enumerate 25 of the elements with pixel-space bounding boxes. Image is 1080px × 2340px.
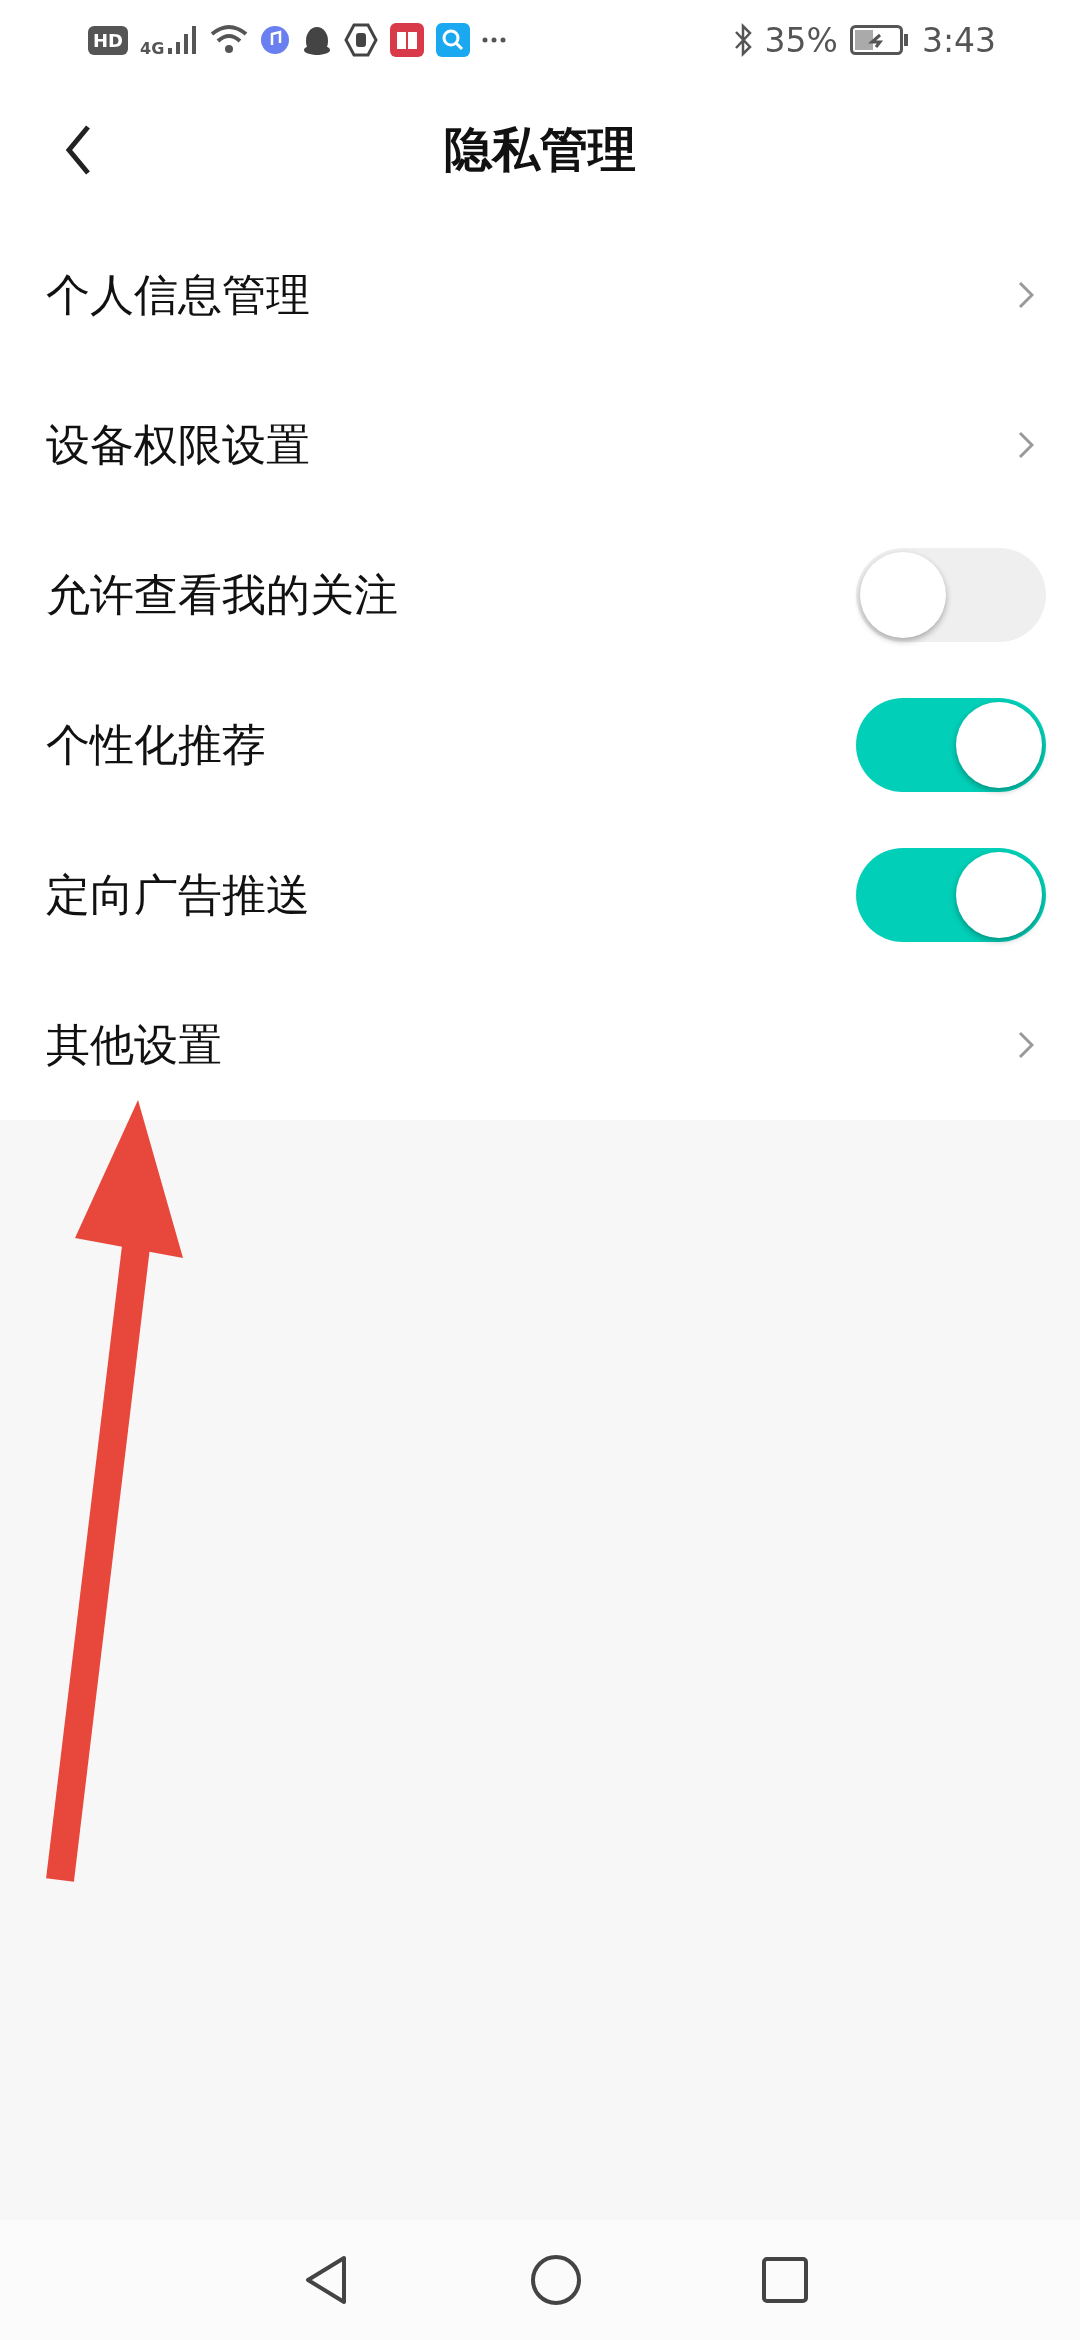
back-icon[interactable]: [64, 124, 92, 176]
setting-label: 个性化推荐: [46, 717, 266, 772]
hd-badge: HD: [88, 25, 128, 55]
more-icon: [482, 36, 507, 44]
network-type: 4G: [140, 38, 165, 58]
book-icon: [390, 23, 425, 57]
search-app-icon: [436, 23, 471, 57]
bluetooth-icon: [732, 23, 753, 57]
chevron-icon[interactable]: [1018, 1031, 1034, 1059]
setting-label: 定向广告推送: [46, 867, 310, 922]
clock-time: 3:43: [921, 20, 996, 60]
battery-percent: 35%: [764, 20, 838, 60]
chevron-icon[interactable]: [1018, 431, 1034, 459]
setting-label: 允许查看我的关注: [46, 567, 398, 622]
setting-label: 其他设置: [46, 1017, 222, 1072]
page-title: 隐私管理: [444, 120, 636, 179]
recents-nav-icon[interactable]: [762, 2257, 808, 2303]
music-app-icon: [260, 25, 291, 55]
battery-icon: [849, 25, 910, 55]
setting-label: 设备权限设置: [46, 417, 310, 472]
setting-label: 个人信息管理: [46, 267, 310, 322]
signal-icon: [166, 24, 199, 56]
chevron-icon[interactable]: [1018, 281, 1034, 309]
wifi-icon: [210, 24, 249, 56]
home-nav-icon[interactable]: [530, 2254, 582, 2306]
